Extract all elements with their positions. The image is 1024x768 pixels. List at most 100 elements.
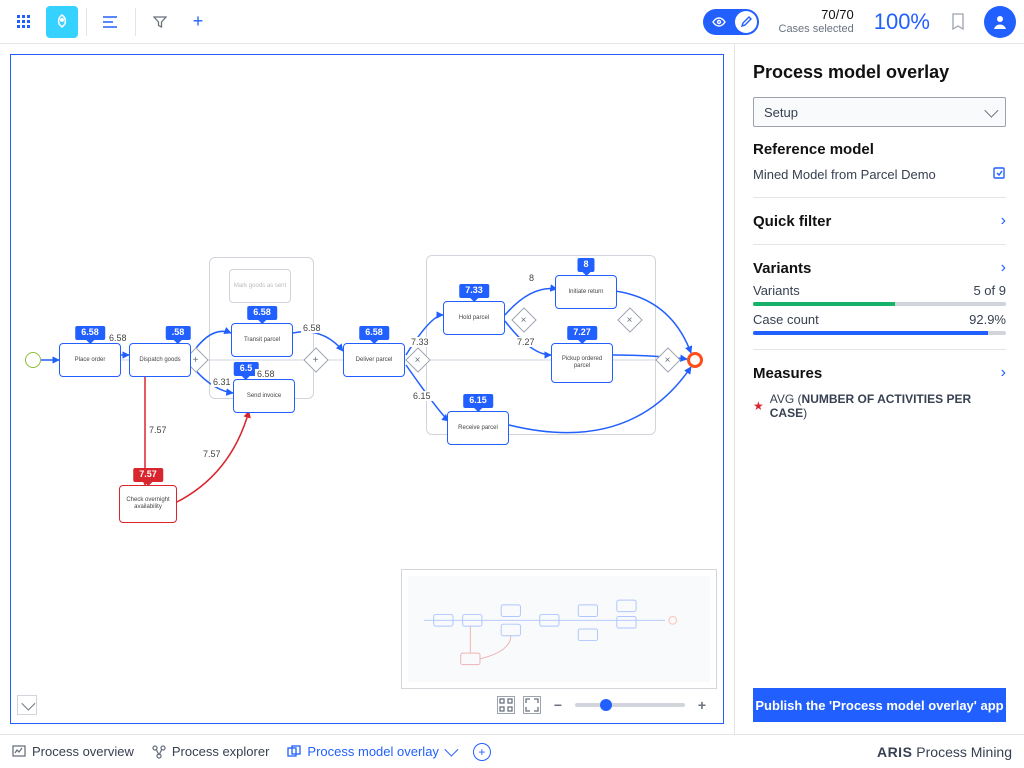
node-dispatch[interactable]: .58 Dispatch goods: [129, 343, 191, 377]
view-edit-toggle[interactable]: [703, 9, 759, 35]
cases-selected: 70/70 Cases selected: [779, 8, 854, 34]
footer-tabs: Process overview Process explorer Proces…: [0, 734, 1024, 768]
node-label: Check overnight availability: [122, 497, 174, 510]
edge-label: 8: [527, 273, 536, 283]
setup-dropdown[interactable]: Setup: [753, 97, 1006, 127]
node-label: Pickup ordered parcel: [554, 356, 610, 369]
measures-title: Measures: [753, 365, 822, 382]
variants-bar: [753, 302, 1006, 306]
edge-label: 6.58: [255, 369, 277, 379]
fullscreen-icon[interactable]: [523, 696, 541, 714]
overview-icon: [12, 745, 26, 759]
measure-text: AVG (NUMBER OF ACTIVITIES PER CASE): [770, 392, 1006, 420]
start-event[interactable]: [25, 352, 41, 368]
chevron-down-icon[interactable]: [445, 744, 455, 759]
measures-row[interactable]: Measures ›: [753, 364, 1006, 382]
variants-row[interactable]: Variants ›: [753, 259, 1006, 277]
zoom-slider[interactable]: [575, 703, 685, 707]
node-label: Dispatch goods: [139, 357, 180, 364]
edge-label: 6.58: [107, 333, 129, 343]
side-panel: Process model overlay Setup Reference mo…: [734, 44, 1024, 734]
quickfilter-title: Quick filter: [753, 213, 831, 230]
add-tab-button[interactable]: +: [473, 743, 491, 761]
setup-label: Setup: [764, 105, 798, 120]
edge-label: 6.15: [411, 391, 433, 401]
edge-label: 7.57: [201, 449, 223, 459]
chevron-right-icon: ›: [1001, 259, 1006, 277]
explorer-icon: [152, 745, 166, 759]
node-check-overnight[interactable]: 7.57 Check overnight availability: [119, 485, 177, 523]
casecount-value: 92.9%: [969, 312, 1006, 327]
node-place-order[interactable]: 6.58 Place order: [59, 343, 121, 377]
subprocess-frame: [426, 255, 656, 435]
node-receive[interactable]: 6.15 Receive parcel: [447, 411, 509, 445]
tab-process-overview[interactable]: Process overview: [12, 744, 134, 759]
open-reference-icon[interactable]: [992, 166, 1006, 183]
node-label: Place order: [75, 357, 106, 364]
node-send-invoice[interactable]: 6.5 Send invoice: [233, 379, 295, 413]
end-event[interactable]: [687, 352, 703, 368]
bookmark-icon[interactable]: [944, 13, 972, 31]
rocket-icon[interactable]: [46, 6, 78, 38]
node-label: Receive parcel: [458, 425, 498, 432]
quick-filter-row[interactable]: Quick filter ›: [753, 212, 1006, 230]
zoom-controls: − +: [17, 693, 717, 717]
node-mark-goods[interactable]: Mark goods as sent: [229, 269, 291, 303]
process-canvas[interactable]: + + × × × × 6.58 Place order .58 Dispatc…: [10, 54, 724, 724]
node-initiate[interactable]: 8 Initiate return: [555, 275, 617, 309]
star-icon: ★: [753, 399, 764, 413]
node-deliver[interactable]: 6.58 Deliver parcel: [343, 343, 405, 377]
node-hold[interactable]: 7.33 Hold parcel: [443, 301, 505, 335]
collapse-icon[interactable]: [17, 695, 37, 715]
variants-title: Variants: [753, 260, 811, 277]
casecount-bar: [753, 331, 1006, 335]
filter-icon[interactable]: [144, 6, 176, 38]
brand-label: ARIS Process Mining: [877, 744, 1012, 760]
menu-icon[interactable]: [95, 6, 127, 38]
node-badge: 6.58: [75, 326, 105, 340]
node-label: Transit parcel: [244, 337, 280, 344]
cases-label: Cases selected: [779, 23, 854, 35]
publish-button[interactable]: Publish the 'Process model overlay' app: [753, 688, 1006, 722]
pencil-icon: [735, 11, 757, 33]
variants-label: Variants: [753, 283, 800, 298]
node-badge: 7.57: [133, 468, 163, 482]
node-transit[interactable]: 6.58 Transit parcel: [231, 323, 293, 357]
canvas-area: + + × × × × 6.58 Place order .58 Dispatc…: [0, 44, 734, 734]
fit-to-screen-icon[interactable]: [497, 696, 515, 714]
top-toolbar: + 70/70 Cases selected 100%: [0, 0, 1024, 44]
zoom-in-button[interactable]: +: [693, 696, 711, 714]
cases-count: 70/70: [779, 8, 854, 22]
add-icon[interactable]: +: [182, 6, 214, 38]
edge-label: 7.27: [515, 337, 537, 347]
edge-label: 6.58: [301, 323, 323, 333]
edge-label: 7.57: [147, 425, 169, 435]
zoom-out-button[interactable]: −: [549, 696, 567, 714]
node-badge: 6.58: [359, 326, 389, 340]
chevron-right-icon: ›: [1001, 212, 1006, 230]
node-badge: 7.27: [567, 326, 597, 340]
eye-icon: [709, 12, 729, 32]
node-label: Send invoice: [247, 393, 281, 400]
casecount-label: Case count: [753, 312, 819, 327]
reference-title: Reference model: [753, 141, 1006, 158]
node-badge: 8: [577, 258, 594, 272]
gateway[interactable]: ×: [655, 347, 680, 372]
user-avatar[interactable]: [984, 6, 1016, 38]
node-label: Hold parcel: [459, 315, 489, 322]
chevron-right-icon: ›: [1001, 364, 1006, 382]
edge-label: 7.33: [409, 337, 431, 347]
node-label: Mark goods as sent: [234, 283, 286, 290]
variants-value: 5 of 9: [973, 283, 1006, 298]
minimap[interactable]: [401, 569, 717, 689]
chevron-down-icon: [985, 105, 995, 120]
overlay-icon: [287, 745, 301, 759]
panel-title: Process model overlay: [753, 62, 1006, 83]
node-badge: .58: [166, 326, 191, 340]
edge-label: 6.31: [211, 377, 233, 387]
tab-process-explorer[interactable]: Process explorer: [152, 744, 270, 759]
tab-process-overlay[interactable]: Process model overlay: [287, 744, 455, 759]
node-pickup[interactable]: 7.27 Pickup ordered parcel: [551, 343, 613, 383]
node-badge: 6.58: [247, 306, 277, 320]
apps-icon[interactable]: [8, 6, 40, 38]
